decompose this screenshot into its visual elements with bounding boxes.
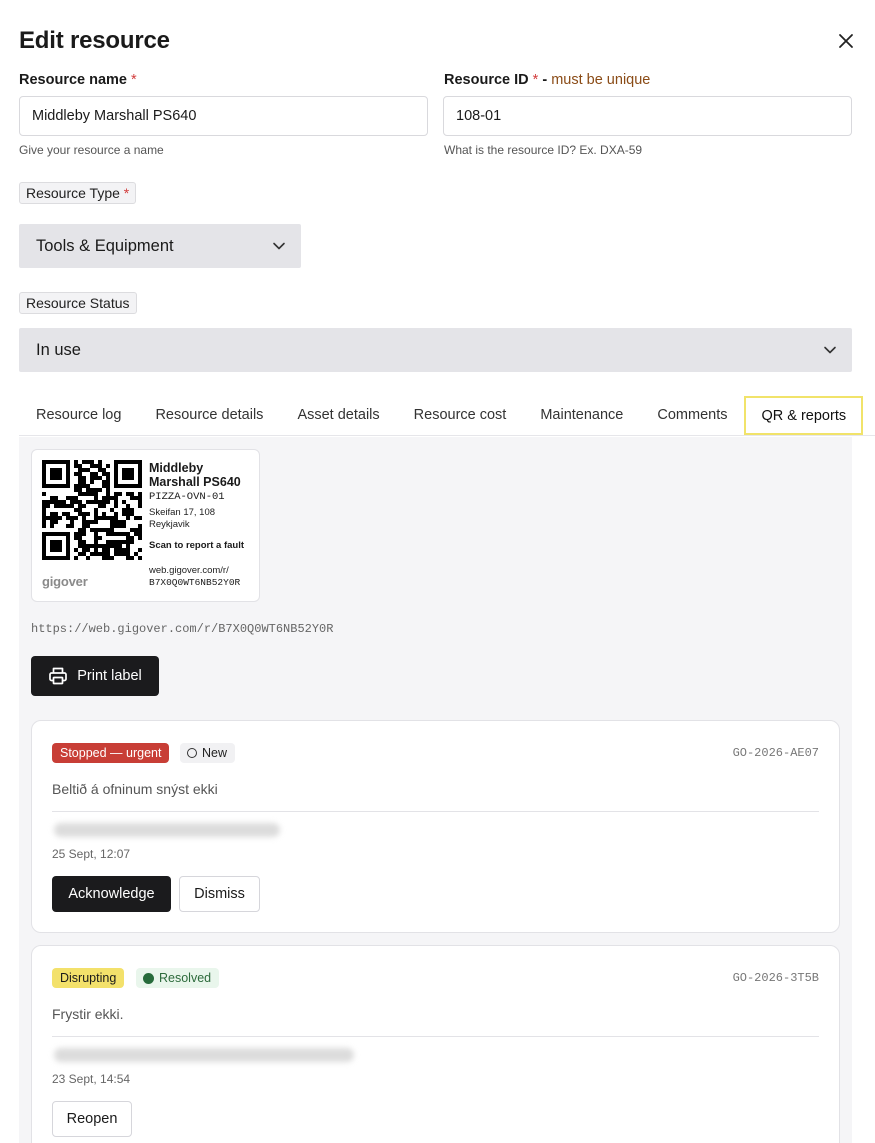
resource-type-select[interactable]: Tools & Equipment — [19, 224, 301, 268]
resource-type-value: Tools & Equipment — [36, 236, 174, 255]
resource-type-label-text: Resource Type — [26, 185, 120, 201]
tab-maintenance[interactable]: Maintenance — [523, 396, 640, 435]
circle-icon — [187, 748, 197, 758]
tab-resource-log[interactable]: Resource log — [19, 396, 138, 435]
check-circle-icon — [143, 972, 154, 984]
qr-web-url: web.gigover.com/r/ — [149, 565, 229, 576]
close-icon[interactable] — [835, 30, 857, 52]
severity-badge: Stopped — urgent — [52, 743, 170, 763]
report-time: 23 Sept, 14:54 — [52, 1072, 131, 1086]
qr-url: https://web.gigover.com/r/B7X0Q0WT6NB52Y… — [31, 622, 334, 636]
required-mark: * — [131, 72, 137, 88]
tab-comments[interactable]: Comments — [640, 396, 744, 435]
resource-id-label: Resource ID * - must be unique — [444, 72, 650, 88]
gigover-logo: gigover — [42, 574, 88, 589]
required-mark: * — [123, 185, 130, 201]
resource-id-hint: What is the resource ID? Ex. DXA-59 — [444, 143, 643, 157]
status-badge: New — [180, 743, 236, 763]
label-separator: - — [538, 72, 552, 88]
resource-id-input[interactable] — [443, 96, 852, 136]
qr-resource-code: PIZZA-OVN-01 — [149, 491, 225, 503]
report-card: Stopped — urgent New GO-2026-AE07 Beltið… — [31, 720, 840, 933]
resource-status-label-text: Resource Status — [26, 295, 130, 311]
qr-reports-panel: Middleby Marshall PS640 PIZZA-OVN-01 Ske… — [19, 437, 852, 1143]
status-text: Resolved — [159, 971, 212, 985]
qr-address: Skeifan 17, 108 Reykjavik — [149, 507, 216, 530]
tab-asset-details[interactable]: Asset details — [280, 396, 396, 435]
resource-name-label: Resource name * — [19, 72, 137, 88]
printer-icon — [49, 667, 68, 685]
qr-resource-name: Middleby Marshall PS640 — [149, 461, 241, 489]
print-label-text: Print label — [77, 668, 142, 684]
tab-bar: Resource log Resource details Asset deta… — [19, 396, 875, 436]
report-description: Beltið á ofninum snýst ekki — [52, 781, 218, 797]
modal-header: Edit resource — [19, 26, 857, 56]
qr-scan-text: Scan to report a fault — [149, 540, 245, 551]
acknowledge-button[interactable]: Acknowledge — [52, 876, 171, 912]
tab-resource-cost[interactable]: Resource cost — [397, 396, 524, 435]
divider — [52, 811, 819, 812]
tab-qr-reports[interactable]: QR & reports — [744, 396, 864, 435]
chevron-down-icon — [273, 242, 285, 250]
resource-type-label: Resource Type * — [19, 182, 137, 204]
severity-badge: Disrupting — [52, 968, 125, 988]
resource-name-hint: Give your resource a name — [19, 143, 164, 157]
report-time: 25 Sept, 12:07 — [52, 847, 131, 861]
dismiss-button[interactable]: Dismiss — [179, 876, 260, 912]
divider — [52, 1036, 819, 1037]
unique-note: must be unique — [551, 72, 651, 88]
print-label-button[interactable]: Print label — [31, 656, 159, 696]
redacted-reporter — [54, 1048, 354, 1062]
qr-label-card: Middleby Marshall PS640 PIZZA-OVN-01 Ske… — [31, 449, 260, 602]
resource-status-select[interactable]: In use — [19, 328, 852, 372]
report-id: GO-2026-AE07 — [732, 746, 819, 760]
chevron-down-icon — [824, 346, 836, 354]
report-card: Disrupting Resolved GO-2026-3T5B Frystir… — [31, 945, 840, 1143]
page-title: Edit resource — [19, 27, 170, 54]
resource-name-input[interactable] — [19, 96, 428, 136]
resource-status-label: Resource Status — [19, 292, 137, 314]
resource-name-label-text: Resource name — [19, 72, 127, 88]
report-id: GO-2026-3T5B — [732, 971, 819, 985]
status-text: New — [202, 746, 228, 760]
report-description: Frystir ekki. — [52, 1006, 124, 1022]
resource-status-value: In use — [36, 340, 81, 359]
tab-resource-details[interactable]: Resource details — [138, 396, 280, 435]
qr-code-icon — [42, 460, 142, 560]
qr-web-code: B7X0Q0WT6NB52Y0R — [149, 577, 241, 588]
reopen-button[interactable]: Reopen — [52, 1101, 132, 1137]
status-badge: Resolved — [136, 968, 220, 988]
redacted-reporter — [54, 823, 280, 837]
resource-id-label-text: Resource ID — [444, 72, 529, 88]
